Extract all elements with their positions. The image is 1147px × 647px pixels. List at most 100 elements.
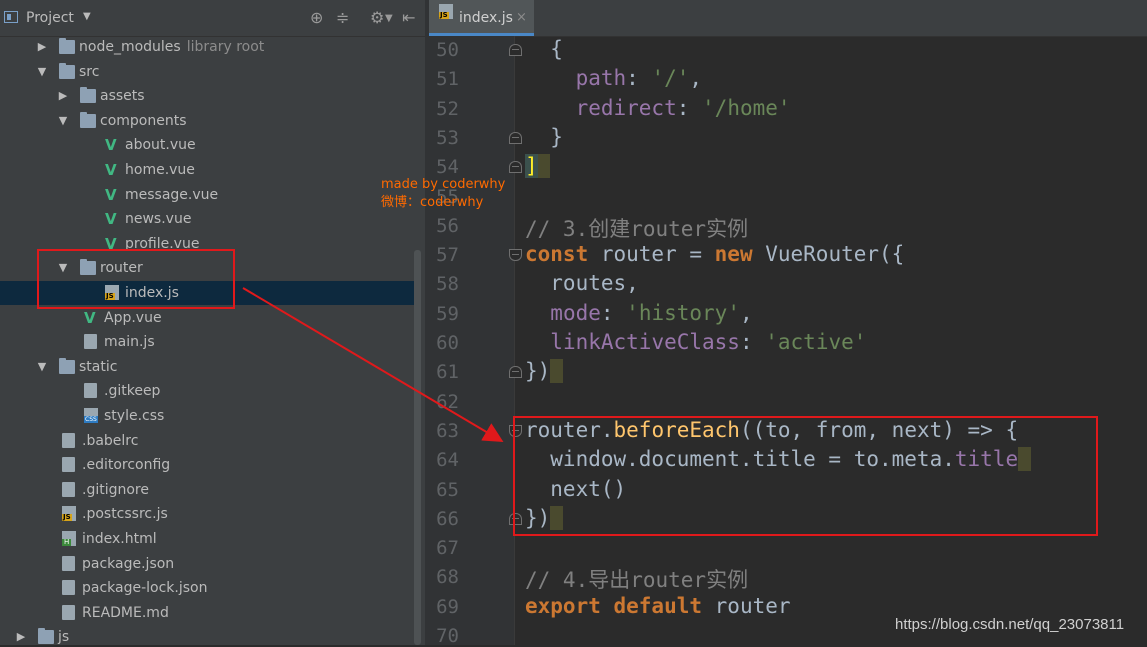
tree-item-label: .editorconfig (82, 457, 171, 474)
line-number: 53 (436, 126, 459, 149)
code-line[interactable]: } (525, 125, 563, 149)
code-line[interactable]: path: '/', (525, 66, 702, 90)
tree-item-node-modules[interactable]: ▶ node_modules library root (0, 35, 415, 59)
tree-item-static[interactable]: ▼ static (0, 355, 415, 379)
code-token: // 4.导出router实例 (525, 568, 749, 593)
tree-item-gitignore[interactable]: .gitignore (0, 478, 415, 502)
tree-item-home-vue[interactable]: Vhome.vue (0, 158, 415, 182)
tree-item-postcssrc-js[interactable]: .postcssrc.js (0, 502, 415, 526)
code-line[interactable]: routes, (525, 271, 639, 295)
tree-item-editorconfig[interactable]: .editorconfig (0, 453, 415, 477)
line-number: 69 (436, 595, 459, 618)
chevron-down-icon[interactable]: ▼ (57, 109, 69, 133)
code-token: : (676, 95, 703, 120)
js-file-icon (439, 4, 453, 19)
tree-item-profile-vue[interactable]: Vprofile.vue (0, 232, 415, 256)
fold-marker-icon[interactable] (509, 161, 522, 174)
chevron-right-icon[interactable]: ▶ (36, 35, 48, 59)
tree-item-sublabel: library root (186, 39, 265, 55)
collapse-all-icon[interactable]: ≑ (336, 8, 349, 27)
tree-item-js[interactable]: ▶ js (0, 625, 415, 645)
tree-item-gitkeep[interactable]: .gitkeep (0, 379, 415, 403)
vue-file-icon: V (105, 161, 117, 179)
chevron-down-icon[interactable]: ▼ (36, 355, 48, 379)
tree-item-babelrc[interactable]: .babelrc (0, 429, 415, 453)
code-token: new (714, 242, 753, 267)
scrollbar[interactable] (414, 250, 421, 645)
line-number: 70 (436, 625, 459, 647)
line-gutter: 50 51 52 53 54 55 56 57 58 59 60 61 62 63 64 65 66 67 68 69… (429, 36, 514, 647)
code-token: VueRouter({ (752, 242, 905, 267)
code-line[interactable]: window.document.title = to.meta.title (525, 447, 1031, 472)
code-line[interactable]: linkActiveClass: 'active' (525, 330, 866, 354)
code-line[interactable]: ] (525, 154, 551, 179)
tree-item-label: .postcssrc.js (82, 506, 168, 523)
tree-item-style-css[interactable]: style.css (0, 404, 415, 428)
tree-item-app-vue[interactable]: V App.vue (0, 306, 415, 330)
chevron-down-icon[interactable]: ▼ (36, 60, 48, 84)
code-token: router (702, 593, 791, 618)
code-line[interactable]: export default router (525, 594, 791, 618)
tree-item-about-vue[interactable]: Vabout.vue (0, 133, 415, 157)
tree-item-index-js[interactable]: index.js (0, 281, 415, 305)
tree-item-readme-md[interactable]: README.md (0, 601, 415, 625)
code-line[interactable]: mode: 'history', (525, 301, 752, 325)
close-icon[interactable]: × (516, 10, 527, 25)
tab-index-js[interactable]: index.js × (429, 0, 534, 36)
watermark: made by coderwhy 微博：coderwhy (381, 176, 505, 212)
tree-item-label: index.html (82, 531, 157, 547)
chevron-down-icon[interactable]: ▼ (83, 11, 91, 22)
js-file-icon (105, 285, 119, 300)
code-line[interactable]: const router = new VueRouter({ (525, 242, 904, 266)
project-panel-header: Project ▼ ⊕ ≑ ⚙ ▼ ⇤ (0, 0, 425, 37)
fold-marker-icon[interactable] (509, 131, 522, 144)
chevron-right-icon[interactable]: ▶ (57, 84, 69, 108)
tree-item-src[interactable]: ▼ src (0, 60, 415, 84)
tree-item-news-vue[interactable]: Vnews.vue (0, 207, 415, 231)
code-token: '/home' (702, 95, 791, 120)
tree-item-label: App.vue (104, 309, 162, 326)
tree-item-components[interactable]: ▼ components (0, 109, 415, 133)
tree-item-router[interactable]: ▼ router (0, 256, 415, 280)
code-line[interactable]: redirect: '/home' (525, 96, 791, 120)
code-line[interactable]: }) (525, 505, 563, 530)
tree-item-package-json[interactable]: package.json (0, 552, 415, 576)
fold-marker-icon[interactable] (509, 512, 522, 525)
code-line[interactable]: }) (525, 359, 563, 384)
fold-marker-icon[interactable] (509, 424, 522, 437)
fold-marker-icon[interactable] (509, 249, 522, 262)
code-line[interactable]: router.beforeEach((to, from, next) => { (525, 418, 1018, 442)
code-line[interactable]: // 3.创建router实例 (525, 213, 748, 243)
crosshair-icon[interactable]: ⊕ (310, 8, 323, 27)
hide-panel-icon[interactable]: ⇤ (402, 8, 415, 27)
code-token: : (626, 66, 652, 91)
code-line[interactable]: // 4.导出router实例 (525, 564, 748, 594)
line-number: 67 (436, 537, 459, 560)
file-icon (62, 432, 75, 448)
tree-item-label: package-lock.json (82, 580, 208, 597)
editor-tab-bar: index.js × (429, 0, 1147, 37)
gear-caret-icon[interactable]: ▼ (385, 13, 393, 24)
code-line[interactable]: next() (525, 477, 626, 501)
chevron-down-icon[interactable]: ▼ (57, 256, 69, 280)
tree-item-label: .gitkeep (104, 383, 161, 400)
line-number: 63 (436, 419, 459, 442)
chevron-right-icon[interactable]: ▶ (15, 625, 27, 645)
project-title[interactable]: Project (26, 10, 74, 26)
gear-icon[interactable]: ⚙ (370, 8, 384, 27)
code-editor[interactable]: index.js × 50515253545556575859606162636… (429, 0, 1147, 647)
code-line[interactable]: { (525, 37, 563, 61)
tree-item-index-html[interactable]: index.html (0, 527, 415, 551)
tree-item-package-lock-json[interactable]: package-lock.json (0, 576, 415, 600)
tree-item-message-vue[interactable]: Vmessage.vue (0, 183, 415, 207)
fold-marker-icon[interactable] (509, 44, 522, 56)
tree-item-label: static (79, 358, 118, 375)
tree-item-assets[interactable]: ▶ assets (0, 84, 415, 108)
line-number: 52 (436, 97, 459, 120)
file-icon (62, 580, 75, 596)
fold-marker-icon[interactable] (509, 366, 522, 379)
code-token: path (575, 66, 627, 91)
tree-item-main-js[interactable]: main.js (0, 330, 415, 354)
tree-item-label: style.css (104, 408, 165, 424)
vue-file-icon: V (84, 308, 96, 327)
